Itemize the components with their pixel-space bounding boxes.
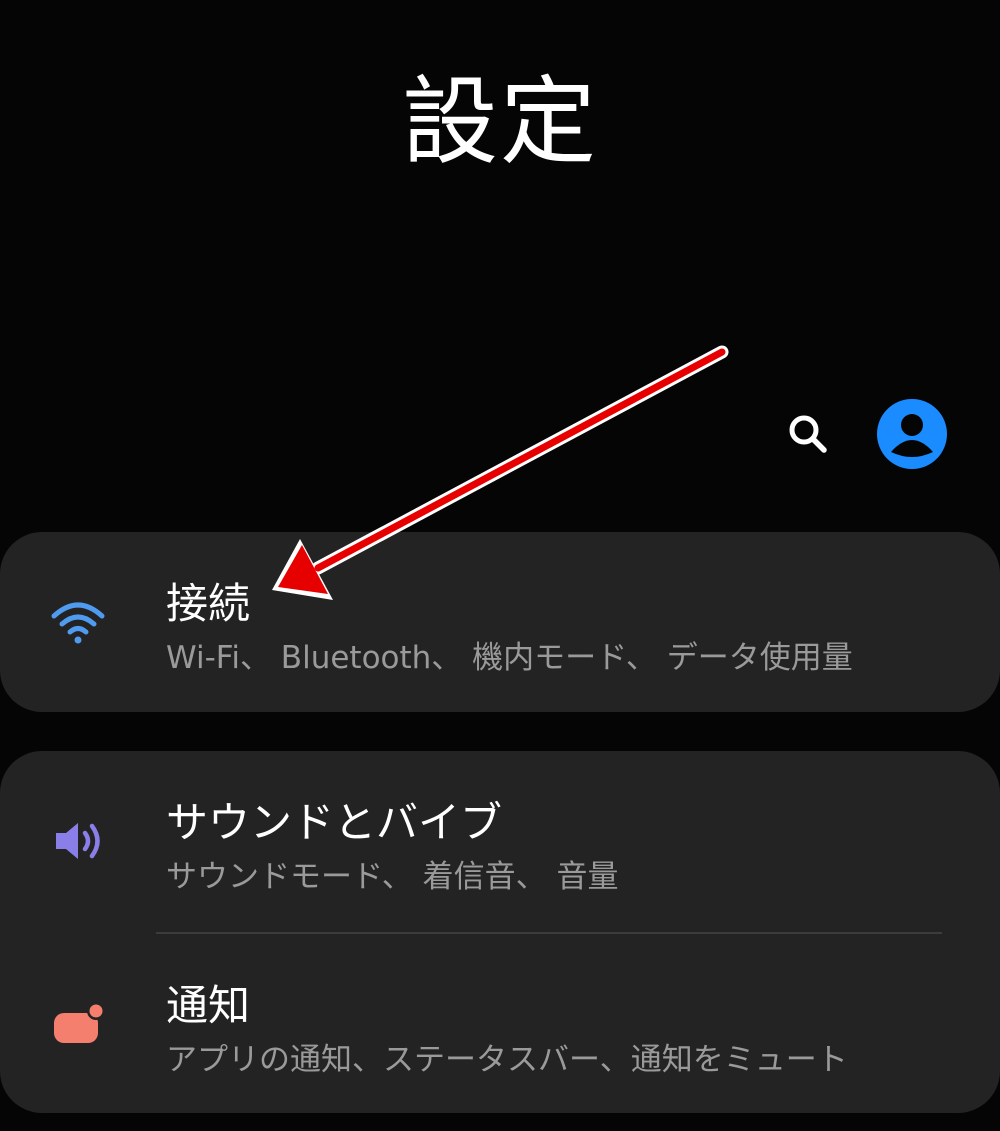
wifi-icon [51, 602, 105, 644]
top-actions [0, 398, 1000, 470]
connections-card: 接続 Wi-Fi、 Bluetooth、 機内モード、 データ使用量 [0, 532, 1000, 712]
settings-item-subtitle: Wi-Fi、 Bluetooth、 機内モード、 データ使用量 [166, 640, 853, 676]
settings-item-notifications[interactable]: 通知 アプリの通知、ステータスバー、通知をミュート [0, 934, 1000, 1114]
volume-icon [56, 823, 100, 859]
search-button[interactable] [772, 398, 844, 470]
page-title: 設定 [402, 66, 598, 178]
settings-item-title: サウンドとバイブ [166, 798, 503, 847]
settings-item-subtitle: サウンドモード、 着信音、 音量 [166, 859, 619, 895]
search-icon [789, 415, 827, 453]
settings-item-sound-vibration[interactable]: サウンドとバイブ サウンドモード、 着信音、 音量 [0, 751, 1000, 931]
settings-item-connections[interactable]: 接続 Wi-Fi、 Bluetooth、 機内モード、 データ使用量 [0, 532, 1000, 712]
account-avatar-icon [877, 399, 947, 469]
sound-notifications-card: サウンドとバイブ サウンドモード、 着信音、 音量 通知 アプリの通知、ステータ… [0, 751, 1000, 1113]
settings-item-title: 接続 [166, 579, 251, 628]
settings-item-subtitle: アプリの通知、ステータスバー、通知をミュート [166, 1042, 848, 1078]
notification-icon [54, 1002, 105, 1043]
profile-avatar-button[interactable] [876, 398, 948, 470]
settings-item-title: 通知 [166, 981, 251, 1030]
